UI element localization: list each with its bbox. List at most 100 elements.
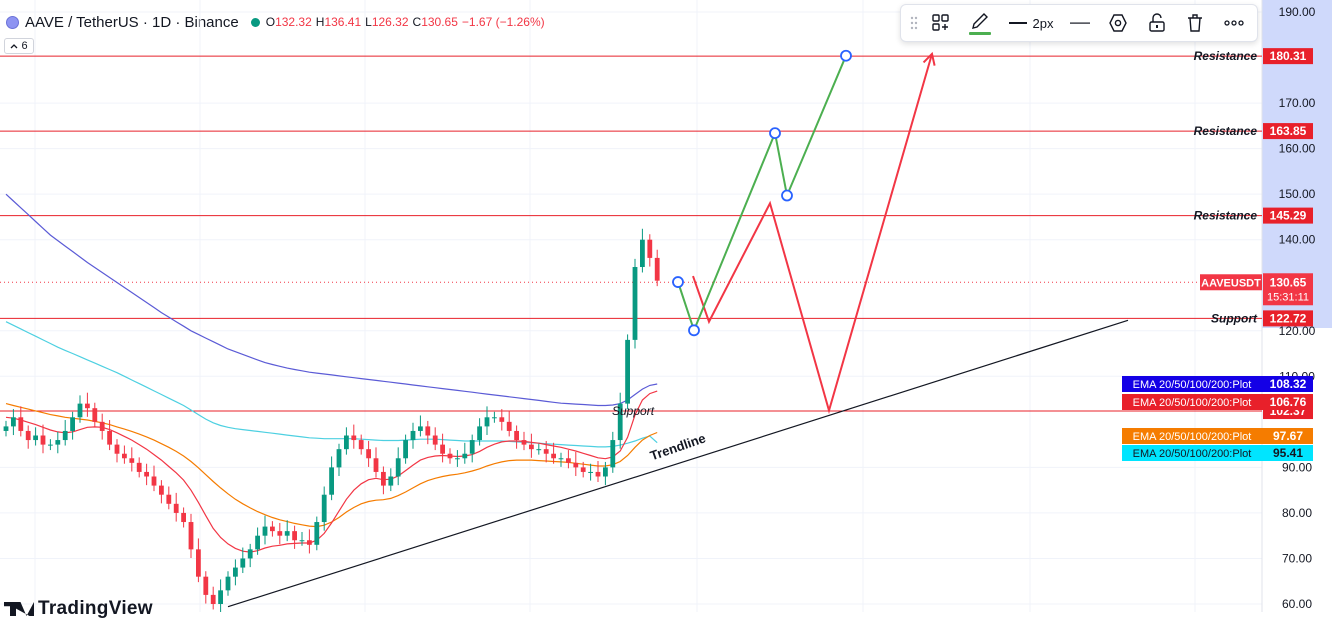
candle-body xyxy=(48,444,53,446)
countdown-timer: 15:31:11 xyxy=(1267,291,1309,303)
projection-anchor-point xyxy=(840,49,852,62)
price-tick-label: 90.00 xyxy=(1282,460,1312,474)
projection-green-path xyxy=(677,55,847,334)
settings-button[interactable] xyxy=(1101,8,1135,38)
level-label: Resistance xyxy=(1194,209,1258,223)
projection-anchor-point xyxy=(672,276,684,288)
candle-body xyxy=(647,239,653,258)
candle-body xyxy=(610,440,616,468)
candle-body xyxy=(218,590,223,604)
price-tick-label: 160.00 xyxy=(1279,142,1316,156)
candle-body xyxy=(166,494,172,504)
tradingview-logo-icon xyxy=(4,602,34,616)
template-grid-icon xyxy=(931,14,949,31)
line-color-button[interactable] xyxy=(961,8,999,38)
price-tick-label: 170.00 xyxy=(1279,96,1316,110)
line-width-value: 2px xyxy=(1032,15,1054,31)
candle-body xyxy=(484,417,490,427)
candle-body xyxy=(514,430,519,441)
line-style-icon xyxy=(1069,22,1090,24)
level-price-tag: 180.31 xyxy=(1270,49,1307,63)
candle-body xyxy=(270,526,275,532)
candle-body xyxy=(595,471,601,477)
candle-body xyxy=(25,430,31,441)
candle-body xyxy=(70,417,75,431)
candle-body xyxy=(225,576,231,591)
level-price-tag: 122.72 xyxy=(1270,311,1307,325)
candle-body xyxy=(477,426,482,441)
candle-body xyxy=(506,421,512,431)
templates-button[interactable] xyxy=(924,8,957,38)
candle-body xyxy=(299,540,305,542)
candle-body xyxy=(188,522,194,550)
ema-price-tag: 97.67 xyxy=(1273,429,1303,443)
candle-body xyxy=(440,444,445,454)
candle-body xyxy=(329,467,334,495)
candle-body xyxy=(358,440,364,450)
ema-price-tag: 108.32 xyxy=(1270,377,1307,391)
symbol-tag: AAVEUSDT xyxy=(1201,277,1261,289)
chart-grid xyxy=(0,0,1263,612)
candle-body xyxy=(625,339,630,404)
candle-body xyxy=(403,440,408,459)
candle-body xyxy=(107,430,112,445)
candle-body xyxy=(62,430,68,441)
pencil-icon xyxy=(969,13,992,35)
candle-body xyxy=(654,257,660,281)
candle-body xyxy=(173,503,179,513)
candle-body xyxy=(210,594,216,604)
trash-icon xyxy=(1188,14,1203,32)
line-style-button[interactable] xyxy=(1063,8,1097,38)
price-chart[interactable]: Trendline Support 190.00 170.00 160.00 150.0… xyxy=(0,0,1332,612)
line-width-button[interactable]: 2px xyxy=(1003,8,1059,38)
candle-body xyxy=(203,576,209,595)
trendline[interactable]: Trendline Support xyxy=(227,319,1129,608)
ellipsis-icon xyxy=(1224,20,1244,26)
candle-body xyxy=(469,440,475,454)
price-tick-label: 80.00 xyxy=(1282,506,1312,520)
candle-body xyxy=(543,449,549,454)
candle-body xyxy=(85,403,90,409)
candle-body xyxy=(159,485,164,495)
candle-body xyxy=(455,458,460,460)
candle-body xyxy=(151,476,157,486)
delete-button[interactable] xyxy=(1178,8,1212,38)
candle-body xyxy=(351,435,357,441)
support-inline-label: Support xyxy=(612,404,655,418)
candle-body xyxy=(55,440,61,445)
projection-anchor-point xyxy=(781,189,793,202)
candle-body xyxy=(255,535,260,550)
more-options-button[interactable] xyxy=(1217,8,1251,38)
candle-body xyxy=(366,449,371,459)
candle-body xyxy=(196,549,201,577)
level-price-tag: 145.29 xyxy=(1270,209,1307,223)
price-tick-label: 140.00 xyxy=(1279,233,1316,247)
candle-body xyxy=(92,408,98,422)
trendline-label: Trendline xyxy=(648,430,708,463)
projection-anchor-point xyxy=(769,127,781,140)
candle-body xyxy=(432,435,438,445)
unlock-icon xyxy=(1149,13,1165,32)
candle-body xyxy=(11,417,16,427)
candle-body xyxy=(418,426,423,431)
candle-body xyxy=(122,453,127,459)
tradingview-watermark: TradingView xyxy=(4,598,153,620)
candle-body xyxy=(632,267,638,340)
last-price-value: 130.65 xyxy=(1270,275,1307,289)
lock-button[interactable] xyxy=(1140,8,1174,38)
level-label: Resistance xyxy=(1194,124,1258,138)
drag-handle-icon[interactable] xyxy=(907,8,920,38)
projection-anchor-point xyxy=(688,324,700,337)
projection-paths[interactable] xyxy=(672,49,936,415)
candle-body xyxy=(373,458,379,472)
projection-red-path xyxy=(692,53,933,415)
price-tick-label: 60.00 xyxy=(1282,597,1312,611)
candle-body xyxy=(240,558,246,568)
ema-price-tag: 106.76 xyxy=(1270,395,1307,409)
candle-body xyxy=(33,435,38,441)
candle-body xyxy=(247,549,253,559)
candle-body xyxy=(521,440,527,445)
ema-label: EMA 20/50/100/200:Plot xyxy=(1133,448,1252,460)
ema-label: EMA 20/50/100/200:Plot xyxy=(1133,379,1252,391)
candle-body xyxy=(580,467,586,472)
